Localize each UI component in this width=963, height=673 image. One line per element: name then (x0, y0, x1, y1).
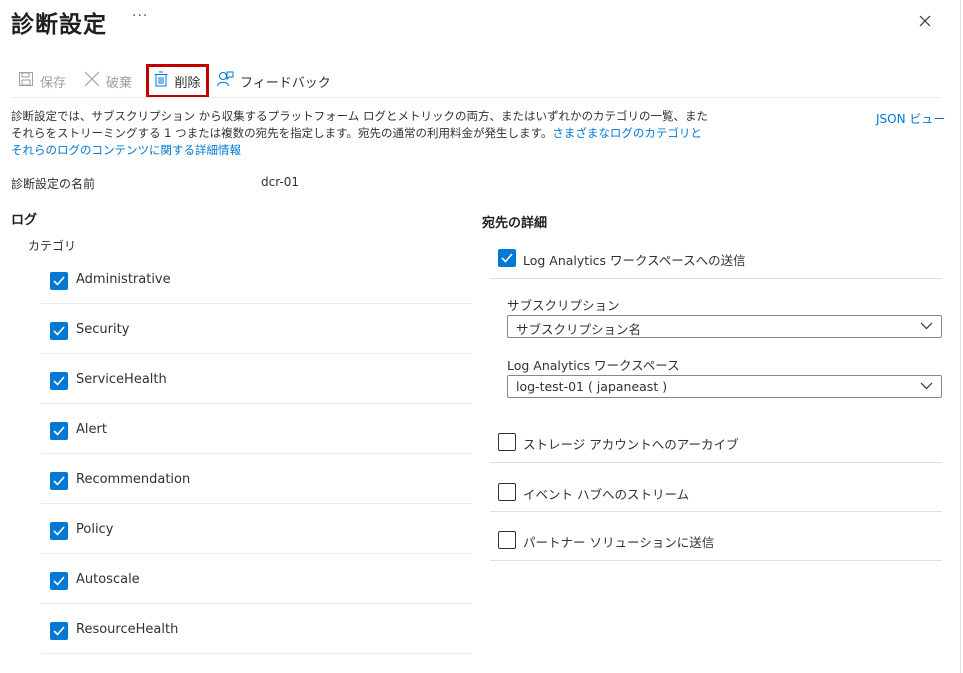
category-label: カテゴリ (28, 239, 77, 253)
save-label: 保存 (40, 75, 67, 91)
partner-label: パートナー ソリューションに送信 (523, 535, 715, 550)
more-options-button[interactable]: ··· (132, 8, 148, 24)
save-button[interactable]: 保存 (18, 68, 66, 94)
category-row-resourcehealth: ResourceHealth (41, 603, 472, 654)
discard-icon (84, 71, 100, 91)
workspace-label: Log Analytics ワークスペース (507, 358, 680, 373)
workspace-value: log-test-01 ( japaneast ) (516, 379, 668, 394)
json-view-link[interactable]: JSON ビュー (876, 110, 945, 127)
category-row-policy: Policy (41, 503, 472, 554)
category-row-servicehealth: ServiceHealth (41, 353, 472, 404)
category-checkbox[interactable] (50, 322, 68, 340)
event-hub-label: イベント ハブへのストリーム (523, 487, 690, 502)
feedback-label: フィードバック (240, 75, 331, 91)
log-analytics-row: Log Analytics ワークスペースへの送信 (490, 240, 942, 279)
save-icon (18, 71, 34, 91)
event-hub-row: イベント ハブへのストリーム (490, 474, 942, 512)
destination-heading: 宛先の詳細 (482, 216, 548, 231)
storage-label: ストレージ アカウントへのアーカイブ (523, 437, 739, 452)
toolbar: 保存 破棄 削除 フィードバック (0, 64, 942, 98)
delete-label: 削除 (174, 75, 201, 91)
category-label-text: Autoscale (76, 572, 140, 587)
storage-row: ストレージ アカウントへのアーカイブ (490, 424, 942, 463)
subscription-dropdown[interactable]: サブスクリプション名 (507, 315, 942, 338)
toolbar-divider (11, 97, 942, 98)
category-checkbox[interactable] (50, 372, 68, 390)
category-label-text: Administrative (76, 272, 171, 287)
category-row-autoscale: Autoscale (41, 553, 472, 604)
category-label-text: ServiceHealth (76, 372, 167, 387)
category-row-security: Security (41, 303, 472, 354)
setting-name-value: dcr-01 (261, 175, 299, 189)
event-hub-checkbox[interactable] (498, 483, 516, 501)
close-icon[interactable] (915, 11, 935, 31)
page-title: 診断設定 (11, 12, 107, 38)
category-label-text: Alert (76, 422, 107, 437)
chevron-down-icon (920, 382, 933, 390)
storage-checkbox[interactable] (498, 433, 516, 451)
delete-button[interactable]: 削除 (146, 64, 209, 98)
trash-icon (154, 71, 168, 91)
feedback-button[interactable]: フィードバック (217, 68, 331, 94)
workspace-dropdown[interactable]: log-test-01 ( japaneast ) (507, 375, 942, 398)
category-row-recommendation: Recommendation (41, 453, 472, 504)
category-checkbox[interactable] (50, 572, 68, 590)
category-label-text: ResourceHealth (76, 622, 179, 637)
log-analytics-checkbox[interactable] (498, 249, 516, 267)
panel-border (960, 0, 961, 673)
category-label-text: Security (76, 322, 130, 337)
subscription-value: サブスクリプション名 (516, 322, 642, 337)
partner-checkbox[interactable] (498, 531, 516, 549)
feedback-icon (217, 71, 234, 92)
category-row-alert: Alert (41, 403, 472, 454)
subscription-label: サブスクリプション (507, 298, 620, 313)
category-checkbox[interactable] (50, 422, 68, 440)
category-checkbox[interactable] (50, 472, 68, 490)
setting-name-label: 診断設定の名前 (11, 177, 96, 191)
category-label-text: Policy (76, 522, 114, 537)
log-analytics-label: Log Analytics ワークスペースへの送信 (523, 253, 746, 268)
discard-label: 破棄 (106, 75, 133, 91)
chevron-down-icon (920, 322, 933, 330)
description: 診断設定では、サブスクリプション から収集するプラットフォーム ログとメトリック… (11, 108, 711, 159)
discard-button[interactable]: 破棄 (84, 68, 132, 94)
category-checkbox[interactable] (50, 522, 68, 540)
category-label-text: Recommendation (76, 472, 191, 487)
partner-row: パートナー ソリューションに送信 (490, 522, 942, 561)
category-checkbox[interactable] (50, 272, 68, 290)
logs-heading: ログ (11, 213, 38, 228)
category-row-administrative: Administrative (41, 253, 472, 304)
category-checkbox[interactable] (50, 622, 68, 640)
